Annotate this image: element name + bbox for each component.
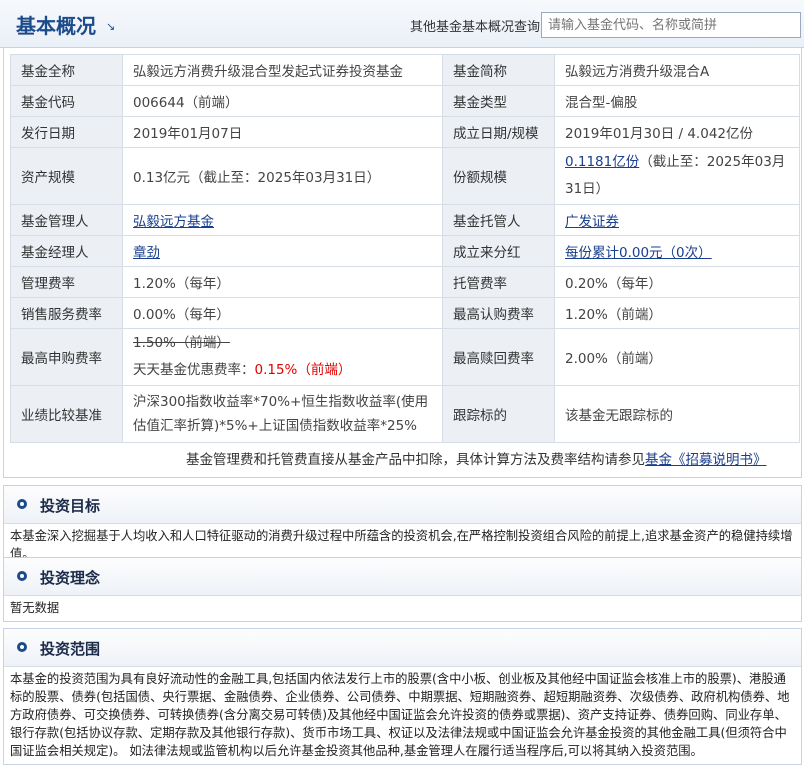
bullet-icon xyxy=(17,642,27,652)
manager-company-link[interactable]: 弘毅远方基金 xyxy=(133,214,214,230)
page-header: 基本概况 ↘ 其他基金基本概况查询: xyxy=(0,0,804,48)
inception-label: 成立日期/规模 xyxy=(442,116,555,148)
scope-header: 投资范围 xyxy=(4,629,801,667)
discount-line: 天天基金优惠费率：0.15%（前端） xyxy=(133,357,432,384)
short-name-value: 弘毅远方消费升级混合A xyxy=(554,54,800,86)
full-name-value: 弘毅远方消费升级混合型发起式证券投资基金 xyxy=(122,54,443,86)
short-name-label: 基金简称 xyxy=(442,54,555,86)
custody-fee-label: 托管费率 xyxy=(442,266,555,298)
dividend-value: 每份累计0.00元（0次） xyxy=(554,235,800,267)
objective-title: 投资目标 xyxy=(40,497,101,515)
philosophy-text: 暂无数据 xyxy=(10,601,60,615)
page-title: 基本概况 xyxy=(16,14,96,38)
manager-company-label: 基金管理人 xyxy=(10,204,123,236)
dividend-link[interactable]: 每份累计0.00元（0次） xyxy=(565,245,712,261)
manager-company-value: 弘毅远方基金 xyxy=(122,204,443,236)
asset-size-value: 0.13亿元（截止至：2025年03月31日） xyxy=(122,147,443,205)
fund-search-input[interactable] xyxy=(541,12,801,38)
scope-section: 投资范围 本基金的投资范围为具有良好流动性的金融工具,包括国内依法发行上市的股票… xyxy=(3,628,802,765)
issue-date-label: 发行日期 xyxy=(10,116,123,148)
share-size-value: 0.1181亿份（截止至：2025年03月31日） xyxy=(554,147,800,205)
philosophy-header: 投资理念 xyxy=(4,558,801,596)
tracking-label: 跟踪标的 xyxy=(442,385,555,443)
max-redemption-value: 2.00%（前端） xyxy=(554,328,800,386)
max-subscription-label: 最高认购费率 xyxy=(442,297,555,329)
max-subscription-value: 1.20%（前端） xyxy=(554,297,800,329)
prospectus-link[interactable]: 基金《招募说明书》 xyxy=(645,452,767,468)
sales-fee-value: 0.00%（每年） xyxy=(122,297,443,329)
type-value: 混合型-偏股 xyxy=(554,85,800,117)
max-purchase-label: 最高申购费率 xyxy=(10,328,123,386)
tracking-value: 该基金无跟踪标的 xyxy=(554,385,800,443)
scope-text: 本基金的投资范围为具有良好流动性的金融工具,包括国内依法发行上市的股票(含中小板… xyxy=(10,672,790,758)
full-name-label: 基金全称 xyxy=(10,54,123,86)
custodian-link[interactable]: 广发证券 xyxy=(565,214,619,230)
custodian-value: 广发证券 xyxy=(554,204,800,236)
type-label: 基金类型 xyxy=(442,85,555,117)
fee-note-text: 基金管理费和托管费直接从基金产品中扣除，具体计算方法及费率结构请参见 xyxy=(186,452,645,468)
custodian-label: 基金托管人 xyxy=(442,204,555,236)
manager-label: 基金经理人 xyxy=(10,235,123,267)
discount-label: 天天基金优惠费率： xyxy=(133,362,255,378)
max-redemption-label: 最高赎回费率 xyxy=(442,328,555,386)
dividend-label: 成立来分红 xyxy=(442,235,555,267)
discount-rate: 0.15%（前端） xyxy=(254,362,352,378)
query-label: 其他基金基本概况查询: xyxy=(410,20,545,35)
mgmt-fee-label: 管理费率 xyxy=(10,266,123,298)
asset-size-label: 资产规模 xyxy=(10,147,123,205)
benchmark-value: 沪深300指数收益率*70%+恒生指数收益率(使用估值汇率折算)*5%+上证国债… xyxy=(122,385,443,443)
manager-link[interactable]: 章劲 xyxy=(133,245,160,261)
custody-fee-value: 0.20%（每年） xyxy=(554,266,800,298)
bullet-icon xyxy=(17,499,27,509)
fund-info-table: 基金全称 弘毅远方消费升级混合型发起式证券投资基金 基金简称 弘毅远方消费升级混… xyxy=(10,54,800,443)
objective-section: 投资目标 本基金深入挖掘基于人均收入和人口特征驱动的消费升级过程中所蕴含的投资机… xyxy=(3,485,802,568)
objective-header: 投资目标 xyxy=(4,486,801,524)
philosophy-section: 投资理念 暂无数据 xyxy=(3,557,802,622)
issue-date-value: 2019年01月07日 xyxy=(122,116,443,148)
manager-value: 章劲 xyxy=(122,235,443,267)
max-purchase-value: 1.50%（前端） 天天基金优惠费率：0.15%（前端） xyxy=(122,328,443,386)
sales-fee-label: 销售服务费率 xyxy=(10,297,123,329)
inception-value: 2019年01月30日 / 4.042亿份 xyxy=(554,116,800,148)
philosophy-title: 投资理念 xyxy=(40,569,101,587)
code-value: 006644（前端） xyxy=(122,85,443,117)
scope-title: 投资范围 xyxy=(40,640,101,658)
mgmt-fee-value: 1.20%（每年） xyxy=(122,266,443,298)
fee-note: 基金管理费和托管费直接从基金产品中扣除，具体计算方法及费率结构请参见基金《招募说… xyxy=(186,448,767,468)
code-label: 基金代码 xyxy=(10,85,123,117)
bullet-icon xyxy=(17,571,27,581)
original-rate: 1.50%（前端） xyxy=(133,335,230,351)
arrow-icon[interactable]: ↘ xyxy=(106,20,115,33)
share-size-link[interactable]: 0.1181亿份 xyxy=(565,154,639,170)
benchmark-label: 业绩比较基准 xyxy=(10,385,123,443)
share-size-label: 份额规模 xyxy=(442,147,555,205)
